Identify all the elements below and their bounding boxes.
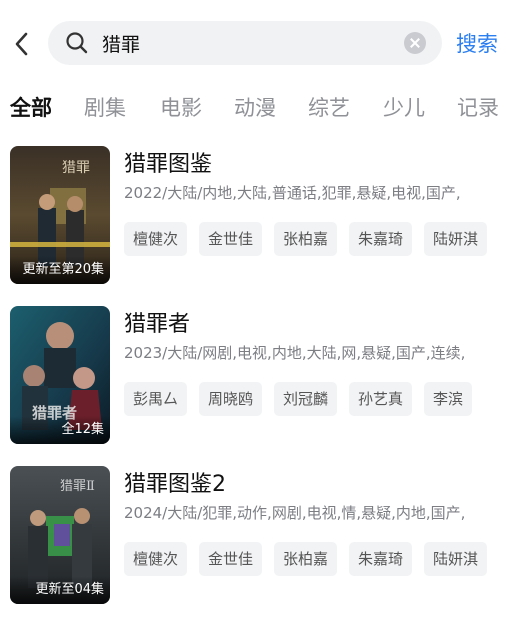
poster-image[interactable]: 猎罪Ⅱ 更新至04集 (10, 466, 110, 604)
cast-chip[interactable]: 周晓鸥 (199, 382, 263, 416)
cast-chip[interactable]: 张柏嘉 (274, 542, 338, 576)
search-input[interactable] (102, 27, 392, 59)
cast-chip[interactable]: 朱嘉琦 (349, 222, 413, 256)
poster-image[interactable]: 猎罪者 全12集 (10, 306, 110, 444)
result-item[interactable]: 猎罪Ⅱ 更新至04集 猎罪图鉴2 2024/大陆/犯罪,动作,网剧,电视,情,悬… (0, 466, 514, 608)
result-title[interactable]: 猎罪者 (124, 306, 190, 338)
chevron-left-icon (15, 32, 28, 56)
cast-chip[interactable]: 金世佳 (199, 222, 263, 256)
cast-chip[interactable]: 金世佳 (199, 542, 263, 576)
result-item[interactable]: 猎罪 更新至第20集 猎罪图鉴 2022/大陆/内地,大陆,普通话,犯罪,悬疑,… (0, 146, 514, 288)
cast-chip[interactable]: 李滨 (424, 382, 473, 416)
search-icon (66, 32, 88, 54)
category-tabs: 全部 剧集 电影 动漫 综艺 少儿 记录 (0, 88, 514, 128)
episode-badge: 全12集 (10, 416, 110, 444)
tab-all[interactable]: 全部 (10, 92, 52, 122)
cast-chip[interactable]: 朱嘉琦 (349, 542, 413, 576)
cast-chip[interactable]: 刘冠麟 (274, 382, 338, 416)
result-item[interactable]: 猎罪者 全12集 猎罪者 2023/大陆/网剧,电视,内地,大陆,网,悬疑,国产… (0, 306, 514, 448)
tab-kids[interactable]: 少儿 (383, 92, 425, 122)
search-box (48, 21, 442, 65)
result-meta: 2022/大陆/内地,大陆,普通话,犯罪,悬疑,电视,国产, (124, 184, 461, 202)
back-button[interactable] (10, 26, 36, 62)
tab-series[interactable]: 剧集 (84, 92, 126, 122)
result-meta: 2023/大陆/网剧,电视,内地,大陆,网,悬疑,国产,连续, (124, 344, 466, 362)
tab-variety[interactable]: 综艺 (308, 92, 350, 122)
cast-chip[interactable]: 陆妍淇 (424, 222, 488, 256)
clear-icon[interactable] (404, 32, 426, 54)
tab-anime[interactable]: 动漫 (234, 92, 276, 122)
cast-chip[interactable]: 檀健次 (124, 542, 188, 576)
result-title[interactable]: 猎罪图鉴2 (124, 466, 226, 498)
result-title[interactable]: 猎罪图鉴 (124, 146, 212, 178)
result-meta: 2024/大陆/犯罪,动作,网剧,电视,情,悬疑,内地,国产, (124, 504, 466, 522)
search-button[interactable]: 搜索 (456, 28, 498, 58)
episode-badge: 更新至第20集 (10, 256, 110, 284)
cast-chip[interactable]: 彭禺厶 (124, 382, 188, 416)
svg-text:猎罪Ⅱ: 猎罪Ⅱ (60, 479, 95, 494)
search-header: 搜索 (0, 0, 514, 86)
cast-chip[interactable]: 张柏嘉 (274, 222, 338, 256)
episode-badge: 更新至04集 (10, 576, 110, 604)
svg-text:猎罪: 猎罪 (62, 160, 90, 176)
cast-chip[interactable]: 檀健次 (124, 222, 188, 256)
cast-chip[interactable]: 陆妍淇 (424, 542, 488, 576)
tab-documentary[interactable]: 记录 (457, 92, 499, 122)
poster-image[interactable]: 猎罪 更新至第20集 (10, 146, 110, 284)
tab-movies[interactable]: 电影 (160, 92, 202, 122)
cast-chip[interactable]: 孙艺真 (349, 382, 413, 416)
